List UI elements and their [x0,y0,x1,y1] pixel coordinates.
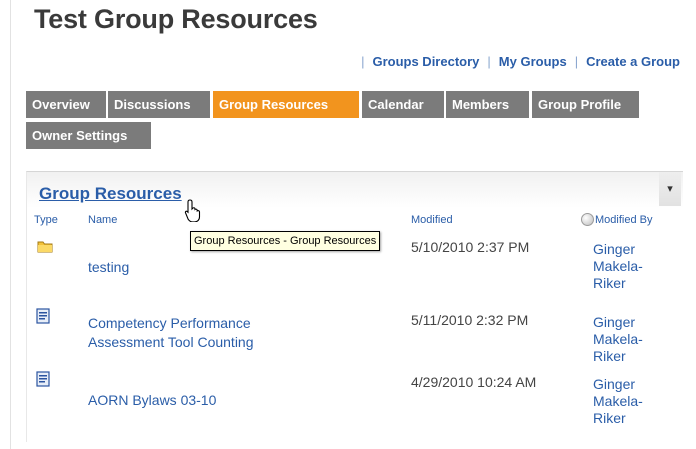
list-item-modified-by[interactable]: Ginger Makela- Riker [593,314,653,365]
list-item-modified: 5/10/2010 2:37 PM [411,239,530,255]
document-icon [36,371,51,392]
list-item-name-line: Assessment Tool Counting [88,334,254,350]
tooltip: Group Resources - Group Resources [190,231,381,251]
column-header-type[interactable]: Type [34,214,58,226]
list-item-name-line: AORN Bylaws 03-10 [88,392,217,408]
top-links: | Groups Directory | My Groups | Create a Gro… [361,54,680,69]
page-title: Test Group Resources [34,4,318,34]
modified-by-line: Makela- [593,331,643,347]
list-item-modified-by[interactable]: Ginger Makela- Riker [593,376,653,427]
tab-owner-settings[interactable]: Owner Settings [26,122,152,149]
my-groups-link[interactable]: My Groups [499,54,567,69]
modified-by-line: Ginger [593,314,636,330]
list-item-modified: 4/29/2010 10:24 AM [411,374,537,390]
groups-directory-link[interactable]: Groups Directory [372,54,479,69]
list-item-modified-by[interactable]: Ginger Makela- Riker [593,241,653,292]
folder-icon [37,240,53,258]
modified-by-line: Riker [593,348,626,364]
frame-edge [10,0,11,449]
panel-title-link[interactable]: Group Resources [39,184,182,204]
list-item-name-line: Competency Performance [88,315,251,331]
list-item-name-line: testing [88,259,130,275]
modified-by-line: Makela- [593,393,643,409]
document-icon [36,308,51,329]
tab-group-resources[interactable]: Group Resources [213,91,360,118]
list-item-name[interactable]: AORN Bylaws 03-10 [88,391,216,410]
modified-by-line: Ginger [593,241,636,257]
link-separator: | [487,54,491,69]
column-header-modified-by[interactable]: Modified By [595,214,652,226]
modified-by-line: Riker [593,275,626,291]
tab-calendar[interactable]: Calendar [362,91,445,118]
tab-group-profile[interactable]: Group Profile [532,91,640,118]
link-separator: | [361,54,365,69]
panel-header: Group Resources ▾ [27,172,683,208]
list-item-modified: 5/11/2010 2:32 PM [411,312,529,328]
status-circle-icon [581,213,594,226]
tab-overview[interactable]: Overview [26,91,107,118]
create-group-link[interactable]: Create a Group [586,54,680,69]
list-item-name[interactable]: testing [88,258,129,277]
column-header-name[interactable]: Name [88,214,117,226]
hand-cursor-icon [184,198,204,227]
tab-discussions[interactable]: Discussions [108,91,211,118]
list-item-name[interactable]: Competency Performance Assessment Tool C… [88,314,254,352]
tab-members[interactable]: Members [446,91,530,118]
column-header-modified[interactable]: Modified [411,214,453,226]
modified-by-line: Ginger [593,376,636,392]
modified-by-line: Riker [593,410,626,426]
link-separator: | [574,54,579,69]
group-resources-panel: Group Resources ▾ Type Name Modified Mod… [26,171,683,442]
modified-by-line: Makela- [593,258,643,274]
panel-menu-button[interactable]: ▾ [659,172,681,206]
